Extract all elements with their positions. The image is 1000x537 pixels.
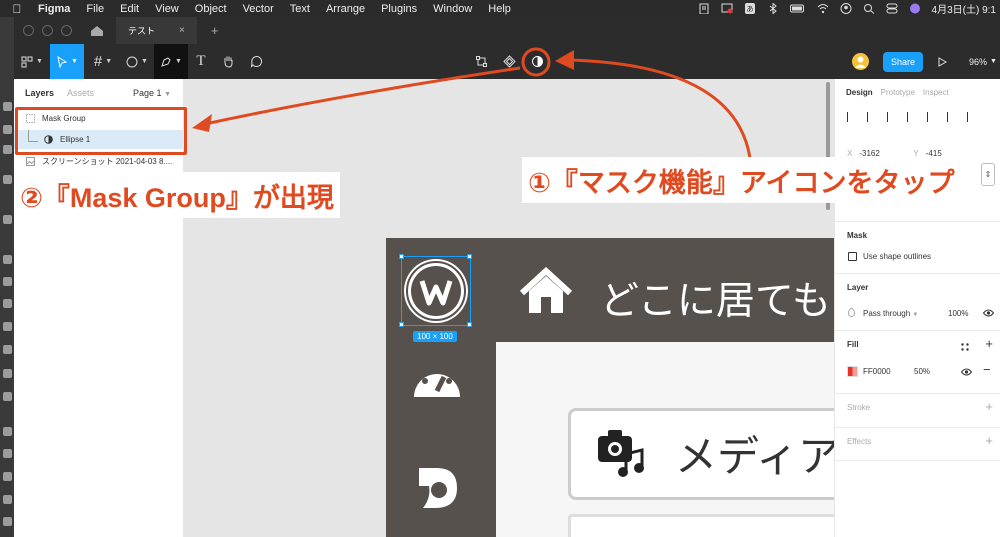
arrow-to-mask-icon [569,58,752,159]
arrowhead-icon [192,114,212,132]
stepper-icon[interactable]: ⇕ [981,163,995,186]
mask-icon-highlight-circle [521,47,551,77]
arrow-to-layers [204,66,521,126]
annotation-step2: ②『Mask Group』が出現 [14,172,340,218]
annotation-arrows [192,47,752,159]
arrowhead-icon [555,50,574,70]
annotation-step1: ①『マスク機能』アイコンをタップ [522,157,961,203]
